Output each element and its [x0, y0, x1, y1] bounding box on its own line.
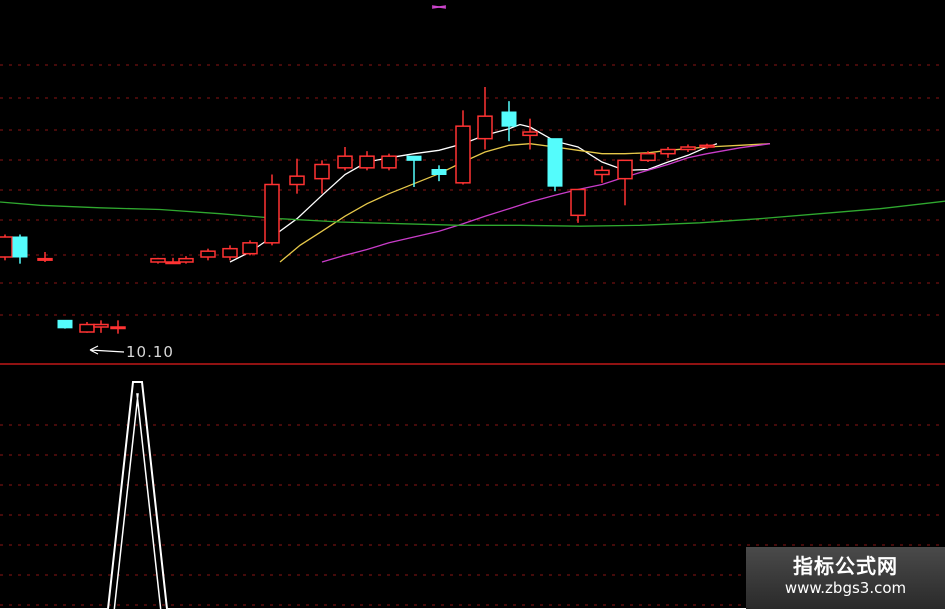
candle-body: [547, 138, 563, 187]
candle-down: [547, 138, 563, 192]
candle-body: [222, 247, 238, 258]
candle-down: [57, 319, 73, 329]
candlestick-chart: 10.10: [0, 0, 945, 609]
candle-up: [381, 153, 397, 171]
candle-up: [264, 174, 280, 246]
candle-body: [617, 159, 633, 180]
candle-body: [359, 155, 375, 169]
candle-body: [178, 257, 194, 263]
candle-body: [522, 131, 538, 137]
candle-body: [264, 183, 280, 244]
candle-body: [699, 144, 715, 148]
candle-body: [314, 163, 330, 180]
chart-background: [0, 0, 945, 609]
candle-body: [0, 236, 13, 258]
top-marker-icon: [431, 5, 447, 9]
candle-body: [455, 125, 471, 184]
candle-body: [640, 152, 656, 162]
candle-body: [165, 261, 181, 265]
candle-body: [594, 169, 610, 176]
candle-body: [406, 155, 422, 161]
candle-body: [79, 323, 95, 333]
candle-body: [337, 155, 353, 169]
watermark-url: www.zbgs3.com: [784, 579, 907, 597]
candle-body: [93, 323, 109, 328]
candle-body: [150, 257, 166, 263]
candle-body: [200, 250, 216, 258]
candle-body: [37, 257, 53, 261]
candle-up: [0, 234, 13, 261]
candle-body: [477, 115, 493, 140]
candle-body: [431, 169, 447, 175]
candle-body: [242, 242, 258, 255]
candle-body: [680, 146, 696, 151]
candle-body: [110, 326, 126, 330]
candle-body: [381, 155, 397, 169]
candle-body: [570, 188, 586, 217]
watermark-title: 指标公式网: [793, 554, 898, 578]
candle-up: [242, 240, 258, 256]
candle-body: [660, 148, 676, 155]
candle-body: [57, 319, 73, 329]
candle-body: [289, 175, 305, 186]
candle-body: [501, 111, 517, 127]
price-label-text: 10.10: [126, 343, 174, 361]
watermark: 指标公式网 www.zbgs3.com: [746, 547, 945, 609]
candle-body: [12, 236, 28, 258]
